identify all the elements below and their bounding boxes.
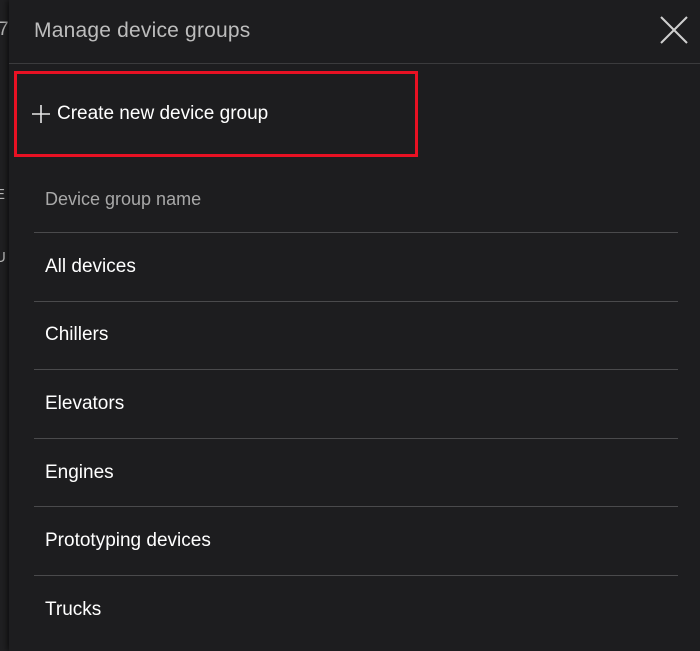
create-button-highlight: Create new device group [14,71,418,157]
close-icon [660,16,688,44]
table-row[interactable]: Chillers [34,302,678,371]
column-header-device-group-name[interactable]: Device group name [34,166,678,233]
plus-icon [32,105,50,123]
panel-title: Manage device groups [34,19,251,42]
background-text: U [0,249,6,266]
manage-device-groups-panel: Manage device groups Create new device g… [9,0,700,651]
background-page: 7 E U [0,0,9,651]
device-group-table: Device group name All devices Chillers E… [34,166,678,645]
create-button-label: Create new device group [57,103,269,124]
create-new-device-group-button[interactable]: Create new device group [31,102,268,126]
table-row[interactable]: Prototyping devices [34,507,678,576]
panel-header: Manage device groups [9,0,700,64]
table-row[interactable]: Elevators [34,370,678,439]
background-text: 7 [0,19,9,40]
table-row[interactable]: Trucks [34,576,678,645]
table-row[interactable]: All devices [34,233,678,302]
background-text: E [0,186,6,203]
table-row[interactable]: Engines [34,439,678,508]
app-window: 7 E U Manage device groups Create new de… [0,0,700,651]
close-button[interactable] [657,13,691,47]
